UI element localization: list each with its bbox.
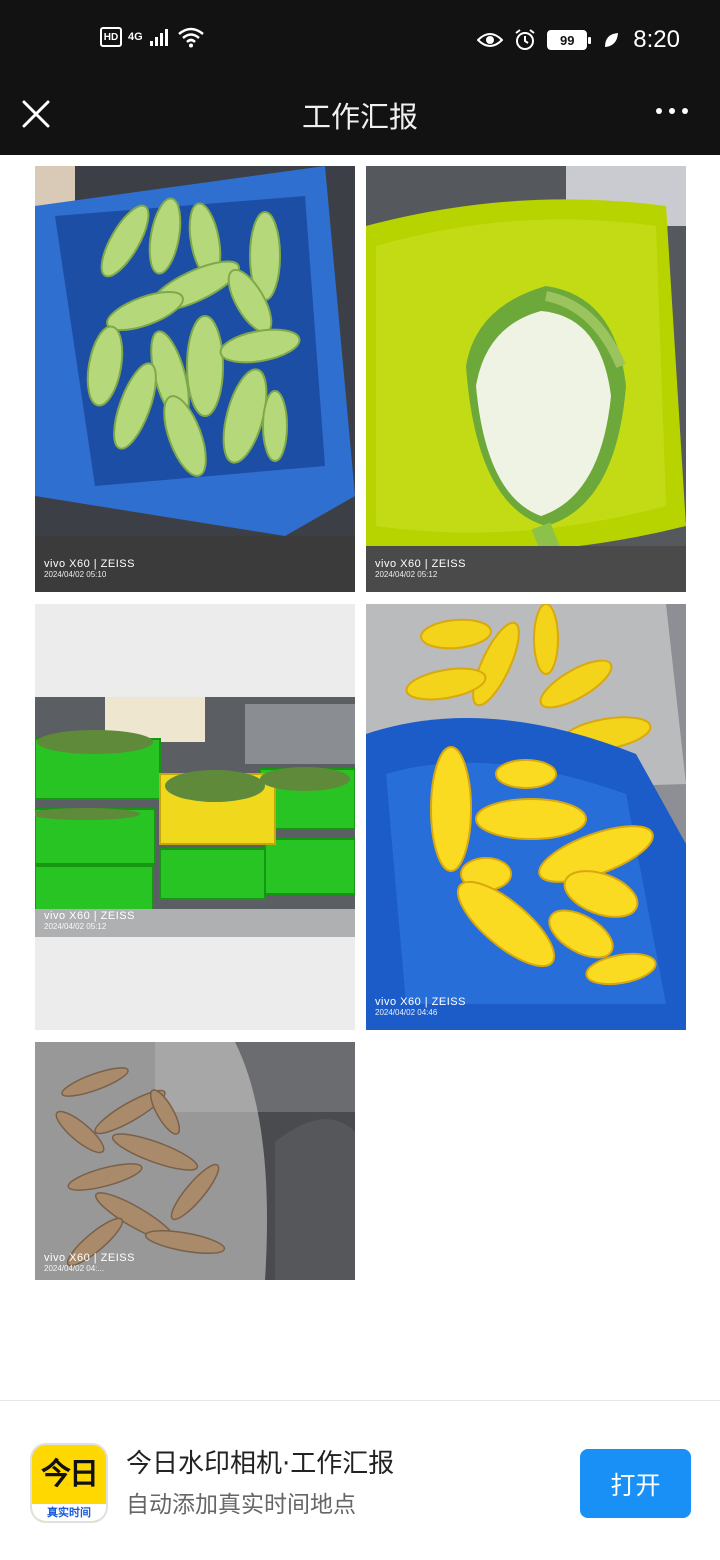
open-app-button[interactable]: 打开 [580,1449,691,1518]
cabbage-image [366,166,686,592]
nav-bar: 工作汇报 [0,82,720,155]
status-left: HD 4G [100,26,205,48]
photo-zucchini[interactable]: vivo X60 | ZEISS 2024/04/02 05:10 [35,166,355,592]
leaf-icon [605,33,619,47]
photo-peppers[interactable]: vivo X60 | ZEISS 2024/04/02 05:12 [35,604,355,1030]
photo-watermark: vivo X60 | ZEISS 2024/04/02 05:10 [44,558,135,579]
clock: 8:20 [633,26,680,53]
photo-corn[interactable]: vivo X60 | ZEISS 2024/04/02 04:46 [366,604,686,1030]
signal-icon [149,29,168,46]
zucchini-image [35,166,355,592]
more-dots-icon[interactable] [656,108,688,114]
corn-image [366,604,686,1030]
status-right: 99 8:20 [477,26,680,54]
photo-watermark: vivo X60 | ZEISS 2024/04/02 05:12 [44,910,135,931]
battery-indicator: 99 [547,30,592,50]
photo-watermark: vivo X60 | ZEISS 2024/04/02 04:... [44,1252,135,1273]
photo-cabbage[interactable]: vivo X60 | ZEISS 2024/04/02 05:12 [366,166,686,592]
app-title: 今日水印相机·工作汇报 [126,1449,395,1479]
eye-icon [477,33,504,47]
alarm-icon [515,29,535,50]
app-download-banner: 今日 真实时间 今日水印相机·工作汇报 自动添加真实时间地点 打开 [0,1400,720,1560]
page-title: 工作汇报 [301,100,418,134]
hd-badge: HD [100,27,122,47]
app-logo-icon[interactable]: 今日 真实时间 [30,1443,108,1523]
status-bar: HD 4G 99 8:20 [0,0,720,82]
app-subtitle: 自动添加真实时间地点 [126,1492,356,1518]
peppers-image [35,604,355,1030]
yams-image [35,1042,355,1280]
network-type: 4G [128,31,143,43]
photo-yams[interactable]: vivo X60 | ZEISS 2024/04/02 04:... [35,1042,355,1280]
photo-watermark: vivo X60 | ZEISS 2024/04/02 04:46 [375,996,466,1017]
photo-watermark: vivo X60 | ZEISS 2024/04/02 05:12 [375,558,466,579]
wifi-icon [177,27,204,48]
